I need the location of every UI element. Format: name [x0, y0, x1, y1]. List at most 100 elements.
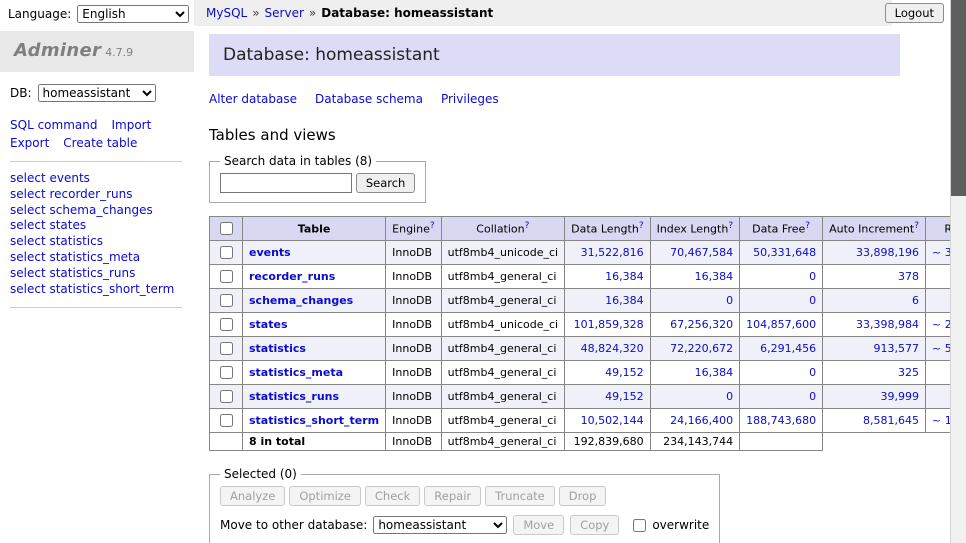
sidebar-select-table-link[interactable]: select statistics	[10, 234, 182, 250]
vertical-scrollbar[interactable]	[950, 0, 966, 543]
selected-action-button[interactable]: Analyze	[220, 486, 285, 506]
help-link[interactable]: ?	[525, 221, 530, 231]
table-name-link[interactable]: recorder_runs	[249, 270, 335, 283]
database-action-link[interactable]: Database schema	[315, 92, 423, 106]
rows-count-cell[interactable]: ~ 5	[926, 265, 951, 289]
breadcrumb-separator: »	[252, 6, 259, 20]
rows-count-cell[interactable]: ~ 3	[926, 289, 951, 313]
database-action-link[interactable]: Privileges	[441, 92, 499, 106]
row-checkbox[interactable]	[220, 366, 233, 379]
engine-cell: InnoDB	[386, 385, 441, 409]
table-name-link[interactable]: statistics_meta	[249, 366, 343, 379]
table-name-cell: statistics	[243, 337, 386, 361]
row-checkbox-cell	[210, 337, 243, 361]
sidebar-action-link[interactable]: SQL command	[10, 118, 97, 132]
data-length-cell: 16,384	[565, 289, 650, 313]
logout-button[interactable]: Logout	[885, 3, 944, 23]
selected-action-button[interactable]: Optimize	[289, 486, 361, 506]
sidebar-table-links: select eventsselect recorder_runsselect …	[10, 171, 182, 298]
table-name-cell: schema_changes	[243, 289, 386, 313]
total-row: 8 in total InnoDB utf8mb4_general_ci 192…	[210, 433, 951, 451]
overwrite-option: overwrite	[629, 516, 709, 535]
table-name-cell: recorder_runs	[243, 265, 386, 289]
sidebar-select-table-link[interactable]: select statistics_short_term	[10, 282, 182, 298]
engine-cell: InnoDB	[386, 337, 441, 361]
sidebar-select-table-link[interactable]: select recorder_runs	[10, 187, 182, 203]
move-button[interactable]: Move	[513, 515, 564, 535]
auto-increment-cell: 8,581,645	[823, 409, 926, 433]
row-checkbox[interactable]	[220, 246, 233, 259]
sidebar-select-table-link[interactable]: select schema_changes	[10, 203, 182, 219]
help-link[interactable]: ?	[914, 221, 919, 231]
table-name-link[interactable]: states	[249, 318, 288, 331]
help-link[interactable]: ?	[728, 221, 733, 231]
table-name-cell: statistics_meta	[243, 361, 386, 385]
index-length-cell: 24,166,400	[650, 409, 740, 433]
data-length-cell: 10,502,144	[565, 409, 650, 433]
scrollbar-thumb[interactable]	[951, 0, 966, 196]
search-input[interactable]	[220, 173, 352, 193]
index-length-cell: 16,384	[650, 361, 740, 385]
selected-action-button[interactable]: Truncate	[485, 486, 555, 506]
sidebar-action-link[interactable]: Import	[111, 118, 151, 132]
data-free-cell: 50,331,648	[740, 241, 823, 265]
table-name-link[interactable]: statistics	[249, 342, 306, 355]
table-name-link[interactable]: statistics_short_term	[249, 414, 379, 427]
database-action-link[interactable]: Alter database	[209, 92, 297, 106]
breadcrumb-mysql-link[interactable]: MySQL	[206, 6, 247, 20]
sidebar-select-table-link[interactable]: select statistics_runs	[10, 266, 182, 282]
help-link[interactable]: ?	[430, 221, 435, 231]
move-database-select[interactable]: homeassistant	[373, 516, 507, 534]
table-name-link[interactable]: events	[249, 246, 291, 259]
rows-count-cell[interactable]: ~ 628	[926, 385, 951, 409]
row-checkbox[interactable]	[220, 342, 233, 355]
selected-action-button[interactable]: Drop	[559, 486, 607, 506]
index-length-cell: 72,220,672	[650, 337, 740, 361]
sidebar: Language: English Adminer4.7.9 DB: homea…	[0, 0, 194, 543]
selected-action-button[interactable]: Check	[365, 486, 420, 506]
overwrite-checkbox[interactable]	[633, 519, 646, 532]
table-name-link[interactable]: statistics_runs	[249, 390, 339, 403]
sidebar-action-links: SQL command Import Export Create table	[10, 116, 182, 152]
sidebar-action-link[interactable]: Export	[10, 136, 49, 150]
sidebar-action-link[interactable]: Create table	[63, 136, 137, 150]
table-name-cell: statistics_runs	[243, 385, 386, 409]
breadcrumb-separator: »	[309, 6, 316, 20]
row-checkbox[interactable]	[220, 390, 233, 403]
row-checkbox[interactable]	[220, 318, 233, 331]
row-checkbox[interactable]	[220, 414, 233, 427]
sidebar-select-table-link[interactable]: select events	[10, 171, 182, 187]
column-header: Index Length?	[650, 217, 740, 241]
engine-cell: InnoDB	[386, 241, 441, 265]
table-row: statistics_runs InnoDB utf8mb4_general_c…	[210, 385, 951, 409]
index-length-cell: 67,256,320	[650, 313, 740, 337]
row-checkbox[interactable]	[220, 270, 233, 283]
sidebar-select-table-link[interactable]: select states	[10, 218, 182, 234]
sidebar-select-table-link[interactable]: select statistics_meta	[10, 250, 182, 266]
help-link[interactable]: ?	[639, 221, 644, 231]
language-select[interactable]: English	[77, 5, 189, 23]
search-legend: Search data in tables (8)	[220, 154, 376, 168]
breadcrumb-server-link[interactable]: Server	[265, 6, 304, 20]
column-header-label: Table	[298, 223, 331, 236]
select-all-checkbox[interactable]	[220, 222, 233, 235]
copy-button[interactable]: Copy	[570, 515, 619, 535]
rows-count-cell[interactable]: ~ 244	[926, 361, 951, 385]
db-select[interactable]: homeassistant	[38, 84, 156, 102]
selected-action-button[interactable]: Repair	[424, 486, 481, 506]
sidebar-links-row2: Export Create table	[10, 134, 182, 152]
rows-count-cell[interactable]: ~ 312,180	[926, 241, 951, 265]
rows-count-cell[interactable]: ~ 569,159	[926, 337, 951, 361]
data-length-cell: 49,152	[565, 361, 650, 385]
collation-cell: utf8mb4_general_ci	[441, 289, 564, 313]
row-checkbox[interactable]	[220, 294, 233, 307]
adminer-version: 4.7.9	[105, 46, 133, 59]
total-collation: utf8mb4_general_ci	[441, 433, 564, 451]
index-length-cell: 0	[650, 385, 740, 409]
search-button[interactable]: Search	[356, 173, 416, 193]
rows-count-cell[interactable]: ~ 299,833	[926, 313, 951, 337]
sidebar-body: DB: homeassistant SQL commandImport Expo…	[0, 72, 194, 308]
rows-count-cell[interactable]: ~ 136,108	[926, 409, 951, 433]
help-link[interactable]: ?	[805, 221, 810, 231]
table-name-link[interactable]: schema_changes	[249, 294, 353, 307]
